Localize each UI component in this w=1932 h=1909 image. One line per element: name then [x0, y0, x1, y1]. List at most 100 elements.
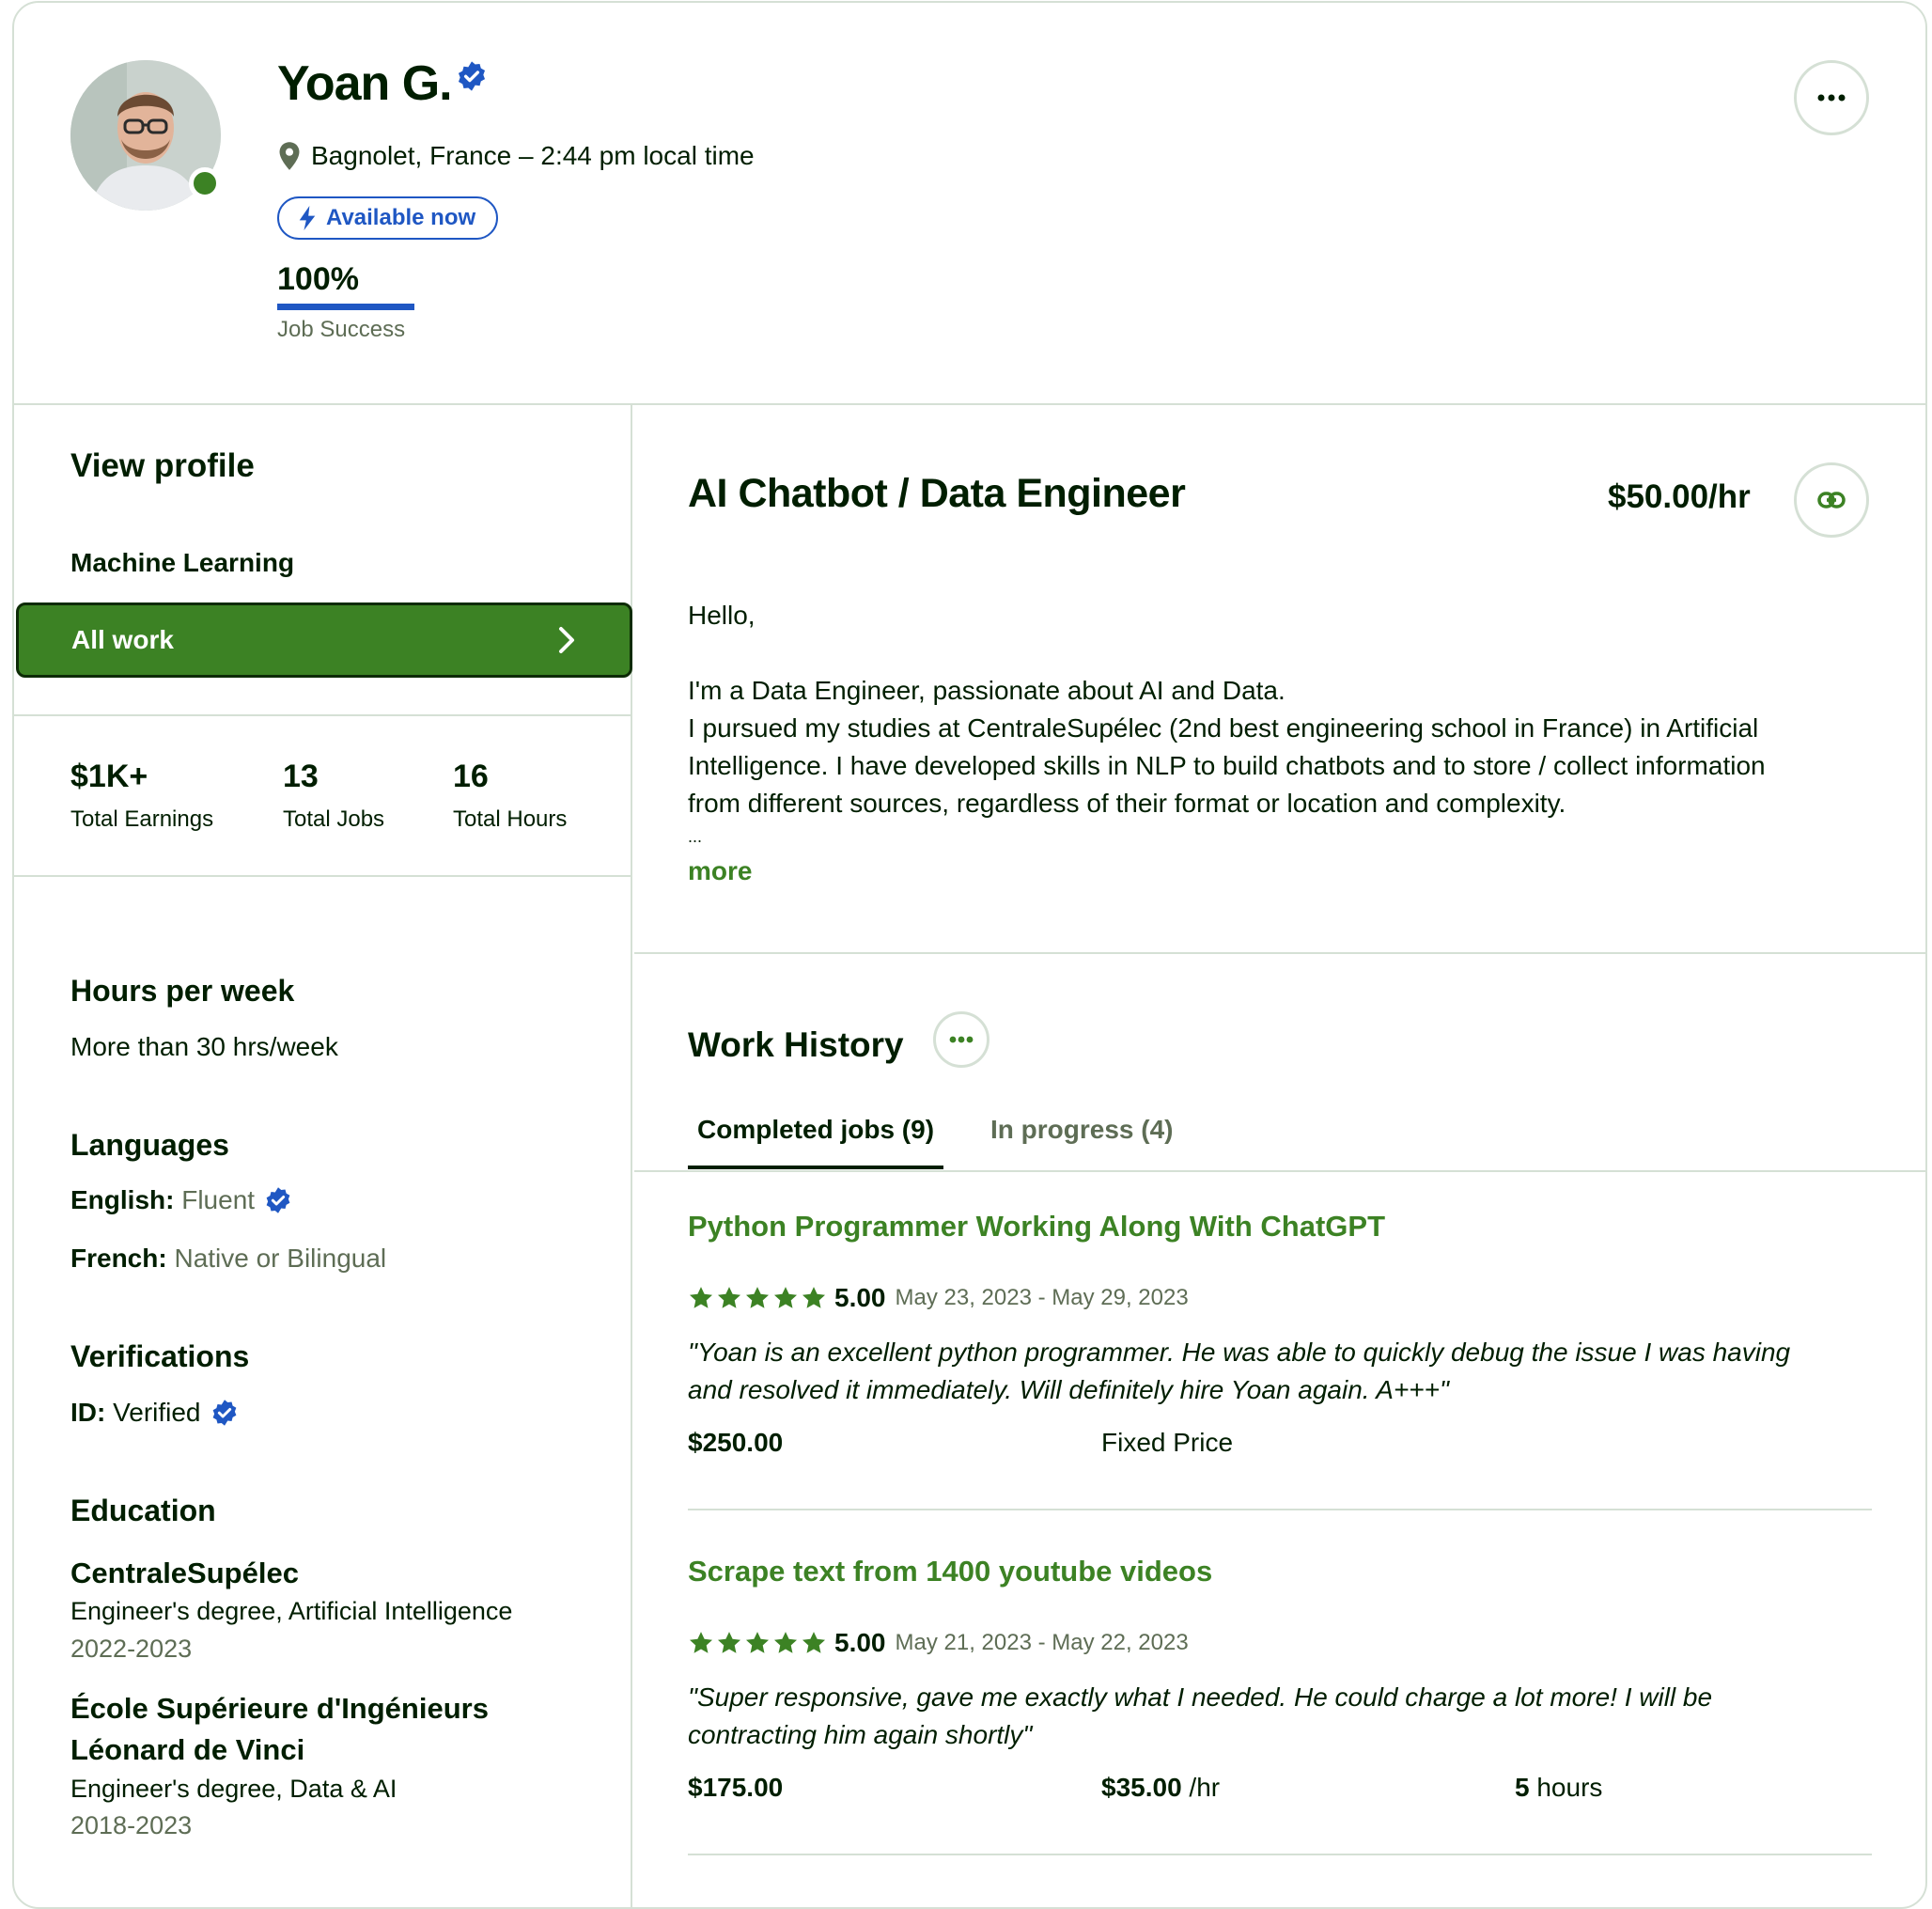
client-feedback: "Super responsive, gave me exactly what … [688, 1679, 1872, 1754]
availability-badge[interactable]: Available now [277, 196, 499, 240]
languages-heading: Languages [70, 1128, 229, 1162]
all-work-button[interactable]: All work [16, 602, 632, 678]
language-level: Native or Bilingual [174, 1244, 387, 1273]
stat-value: 13 [283, 759, 319, 794]
overview-line: Intelligence. I have developed skills in… [688, 751, 1766, 780]
job-meta: $175.00 $35.00 /hr 5 hours [688, 1773, 1872, 1810]
tab-in-progress[interactable]: In progress (4) [981, 1115, 1182, 1169]
language-english: English: Fluent [70, 1185, 292, 1215]
work-history-tabs: Completed jobs (9) In progress (4) [688, 1115, 1221, 1169]
job-success-bar [277, 304, 414, 310]
stat-label: Total Hours [453, 806, 568, 832]
overview-more-link[interactable]: more [688, 856, 752, 886]
more-dots-icon [949, 1036, 974, 1043]
rating-value: 5.00 [834, 1283, 886, 1312]
job-amount: $250.00 [688, 1428, 784, 1457]
education-degree: Engineer's degree, Artificial Intelligen… [70, 1597, 513, 1625]
star-icon [745, 1287, 770, 1308]
overview-line: I'm a Data Engineer, passionate about AI… [688, 676, 1285, 705]
profile-overview: Hello, I'm a Data Engineer, passionate a… [688, 597, 1872, 851]
star-icon [689, 1287, 713, 1308]
location-text: Bagnolet, France – 2:44 pm local time [311, 141, 755, 170]
job-hourly-rate: $35.00 /hr [1101, 1773, 1220, 1803]
education-years: 2018-2023 [70, 1811, 193, 1839]
education-heading: Education [70, 1494, 216, 1527]
verified-badge-icon [266, 1187, 290, 1213]
job-title-link[interactable]: Python Programmer Working Along With Cha… [688, 1210, 1872, 1244]
education-degree: Engineer's degree, Data & AI [70, 1775, 397, 1803]
job-contract-type: Fixed Price [1101, 1428, 1234, 1457]
all-work-label: All work [71, 625, 174, 654]
star-rating [688, 1630, 829, 1656]
copy-link-button[interactable] [1794, 462, 1869, 538]
profile-sidebar: View profile Machine Learning All work $… [14, 405, 632, 1907]
divider [634, 952, 1925, 954]
stat-total-hours: 16 Total Hours [453, 759, 622, 833]
hours-unit: hours [1536, 1773, 1603, 1802]
feedback-line: "Super responsive, gave me exactly what … [688, 1682, 1713, 1712]
id-verification: ID: Verified [70, 1398, 239, 1428]
overview-ellipsis: ... [688, 827, 703, 846]
hours-value: 5 [1515, 1773, 1530, 1802]
freelancer-name: Yoan G. [277, 56, 453, 111]
education-years: 2022-2023 [70, 1635, 193, 1663]
chevron-right-icon [559, 627, 574, 653]
online-status-dot [189, 167, 221, 199]
profile-main: AI Chatbot / Data Engineer $50.00/hr Hel… [634, 405, 1925, 1907]
work-history-options-button[interactable] [933, 1011, 989, 1068]
language-french: French: Native or Bilingual [70, 1244, 386, 1274]
job-success-value: 100% [277, 261, 359, 297]
hourly-rate-unit: /hr [1189, 1773, 1221, 1802]
job-dates: May 21, 2023 - May 22, 2023 [895, 1630, 1189, 1655]
profile-title: AI Chatbot / Data Engineer [688, 471, 1186, 516]
education-school-line2: Léonard de Vinci [70, 1733, 305, 1766]
overview-line: from different sources, regardless of th… [688, 789, 1566, 818]
rating-row: 5.00 May 23, 2023 - May 29, 2023 [688, 1283, 1872, 1313]
client-feedback: "Yoan is an excellent python programmer.… [688, 1334, 1872, 1409]
job-success-label: Job Success [277, 317, 406, 342]
star-icon [745, 1632, 770, 1653]
language-name: English: [70, 1185, 175, 1214]
work-history-heading: Work History [688, 1025, 904, 1064]
name-row: Yoan G. [277, 55, 488, 112]
feedback-line: contracting him again shortly" [688, 1720, 1033, 1749]
divider [14, 875, 631, 877]
overview-greeting: Hello, [688, 601, 756, 630]
more-options-button[interactable] [1794, 60, 1869, 135]
stat-label: Total Jobs [283, 806, 385, 832]
stats-row: $1K+ Total Earnings 13 Total Jobs 16 Tot… [70, 759, 622, 833]
hours-per-week-value: More than 30 hrs/week [70, 1032, 338, 1061]
star-icon [717, 1632, 741, 1653]
location-row: Bagnolet, France – 2:44 pm local time [277, 141, 755, 171]
job-hours: 5 hours [1515, 1773, 1602, 1803]
star-icon [802, 1287, 826, 1308]
tab-completed-jobs[interactable]: Completed jobs (9) [688, 1115, 944, 1169]
job-meta: $250.00 Fixed Price [688, 1428, 1872, 1465]
hours-per-week-heading: Hours per week [70, 974, 295, 1008]
star-icon [773, 1632, 798, 1653]
rating-value: 5.00 [834, 1628, 886, 1657]
more-dots-icon [1817, 94, 1846, 102]
specialized-profile-link[interactable]: Machine Learning [70, 548, 294, 578]
job-title-link[interactable]: Scrape text from 1400 youtube videos [688, 1555, 1872, 1588]
verifications-heading: Verifications [70, 1339, 250, 1373]
star-rating [688, 1285, 829, 1311]
education-school: CentraleSupélec [70, 1557, 299, 1589]
stat-value: $1K+ [70, 759, 148, 794]
divider [634, 1170, 1925, 1172]
language-name: French: [70, 1244, 167, 1273]
id-label: ID: [70, 1398, 106, 1427]
availability-label: Available now [326, 205, 476, 230]
link-icon [1817, 492, 1846, 509]
divider [688, 1854, 1872, 1855]
verified-badge-icon [458, 61, 485, 91]
location-pin-icon [279, 142, 300, 170]
education-school: École Supérieure d'Ingénieurs [70, 1692, 489, 1725]
verified-badge-icon [212, 1400, 236, 1426]
profile-card: Yoan G. Bagnolet, France – 2:44 pm local… [12, 1, 1927, 1909]
job-amount: $175.00 [688, 1773, 784, 1802]
star-icon [773, 1287, 798, 1308]
feedback-line: "Yoan is an excellent python programmer.… [688, 1338, 1791, 1367]
hourly-rate-value: $35.00 [1101, 1773, 1182, 1802]
job-success-bar-fill [277, 304, 414, 310]
